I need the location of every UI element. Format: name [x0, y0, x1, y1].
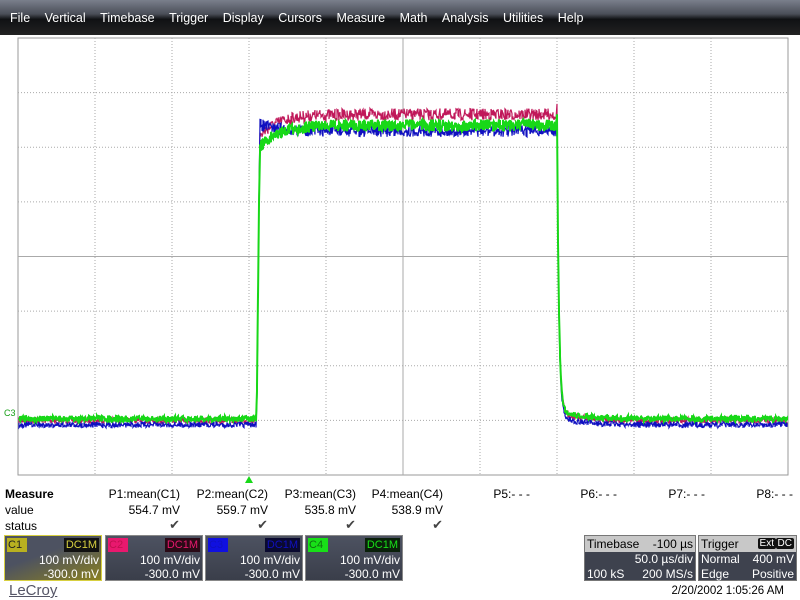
menu-file[interactable]: File: [10, 11, 30, 25]
c4-coupling: DC1M: [364, 538, 400, 552]
param-3-value: 535.8 mV: [304, 503, 356, 517]
waveform-display[interactable]: C3: [0, 35, 800, 490]
param-4-status-check-icon: ✔: [432, 517, 443, 532]
trigger-box[interactable]: Trigger Ext DC Normal 400 mV Edge Positi…: [698, 535, 797, 581]
param-5-label[interactable]: P5:- - -: [493, 487, 530, 501]
menu-measure[interactable]: Measure: [336, 11, 385, 25]
menu-analysis[interactable]: Analysis: [442, 11, 489, 25]
menu-display[interactable]: Display: [223, 11, 264, 25]
channel-c3-box[interactable]: C3 DC1M 100 mV/div -300.0 mV: [205, 535, 303, 581]
channel-c4-box[interactable]: C4 DC1M 100 mV/div -300.0 mV: [305, 535, 403, 581]
channel-c2-box[interactable]: C2 DC1M 100 mV/div -300.0 mV: [105, 535, 203, 581]
timebase-samples: 100 kS: [587, 567, 625, 581]
timebase-rate: 200 MS/s: [642, 567, 693, 581]
param-7-label[interactable]: P7:- - -: [668, 487, 705, 501]
trigger-source: Ext: [757, 538, 776, 549]
param-2-status-check-icon: ✔: [257, 517, 268, 532]
trigger-level: 400 mV: [752, 552, 794, 566]
trigger-mode: Normal: [701, 552, 740, 566]
c3-vdiv: 100 mV/div: [239, 553, 300, 567]
measure-value-label: value: [5, 503, 34, 517]
c3-coupling: DC1M: [264, 538, 300, 552]
timebase-box[interactable]: Timebase -100 µs 50.0 µs/div 100 kS 200 …: [584, 535, 696, 581]
channel-c1-box[interactable]: C1 DC1M 100 mV/div -300.0 mV: [4, 535, 102, 581]
c4-vdiv: 100 mV/div: [339, 553, 400, 567]
param-2-value: 559.7 mV: [216, 503, 268, 517]
param-4-label[interactable]: P4:mean(C4): [372, 487, 443, 501]
channel-marker-label: C3: [4, 408, 16, 418]
c3-offset: -300.0 mV: [244, 567, 300, 581]
measure-header: Measure: [5, 487, 54, 501]
param-1-label[interactable]: P1:mean(C1): [109, 487, 180, 501]
param-8-label[interactable]: P8:- - -: [756, 487, 793, 501]
param-1-status-check-icon: ✔: [169, 517, 180, 532]
measure-status-label: status: [5, 519, 38, 533]
c2-vdiv: 100 mV/div: [139, 553, 200, 567]
timebase-label: Timebase: [587, 537, 640, 551]
datetime: 2/20/2002 1:05:26 AM: [671, 585, 784, 597]
trigger-label: Trigger: [701, 537, 739, 551]
c4-tag: C4: [308, 538, 328, 552]
timebase-delay: -100 µs: [652, 537, 693, 551]
menu-bar: File Vertical Timebase Trigger Display C…: [0, 0, 800, 35]
c3-tag: C3: [208, 538, 228, 552]
c1-coupling: DC1M: [63, 538, 99, 552]
c2-tag: C2: [108, 538, 128, 552]
menu-utilities[interactable]: Utilities: [503, 11, 543, 25]
param-1-value: 554.7 mV: [128, 503, 180, 517]
param-6-label[interactable]: P6:- - -: [580, 487, 617, 501]
c2-offset: -300.0 mV: [144, 567, 200, 581]
menu-trigger[interactable]: Trigger: [169, 11, 208, 25]
param-2-label[interactable]: P2:mean(C2): [197, 487, 268, 501]
param-3-status-check-icon: ✔: [345, 517, 356, 532]
trigger-position-marker[interactable]: [245, 476, 253, 483]
c1-vdiv: 100 mV/div: [38, 553, 99, 567]
c2-coupling: DC1M: [164, 538, 200, 552]
param-3-label[interactable]: P3:mean(C3): [285, 487, 356, 501]
param-4-value: 538.9 mV: [391, 503, 443, 517]
c4-offset: -300.0 mV: [344, 567, 400, 581]
menu-help[interactable]: Help: [558, 11, 584, 25]
trigger-slope: Positive: [751, 567, 794, 581]
menu-math[interactable]: Math: [400, 11, 428, 25]
trigger-coupling: DC: [775, 538, 794, 549]
menu-cursors[interactable]: Cursors: [278, 11, 322, 25]
trigger-type: Edge: [701, 567, 730, 581]
menu-vertical[interactable]: Vertical: [45, 11, 86, 25]
c1-tag: C1: [7, 538, 27, 552]
lecroy-logo: LeCroy: [9, 582, 58, 599]
graticule: [17, 37, 789, 476]
timebase-tdiv: 50.0 µs/div: [634, 552, 693, 566]
menu-timebase[interactable]: Timebase: [100, 11, 154, 25]
c1-offset: -300.0 mV: [43, 567, 99, 581]
